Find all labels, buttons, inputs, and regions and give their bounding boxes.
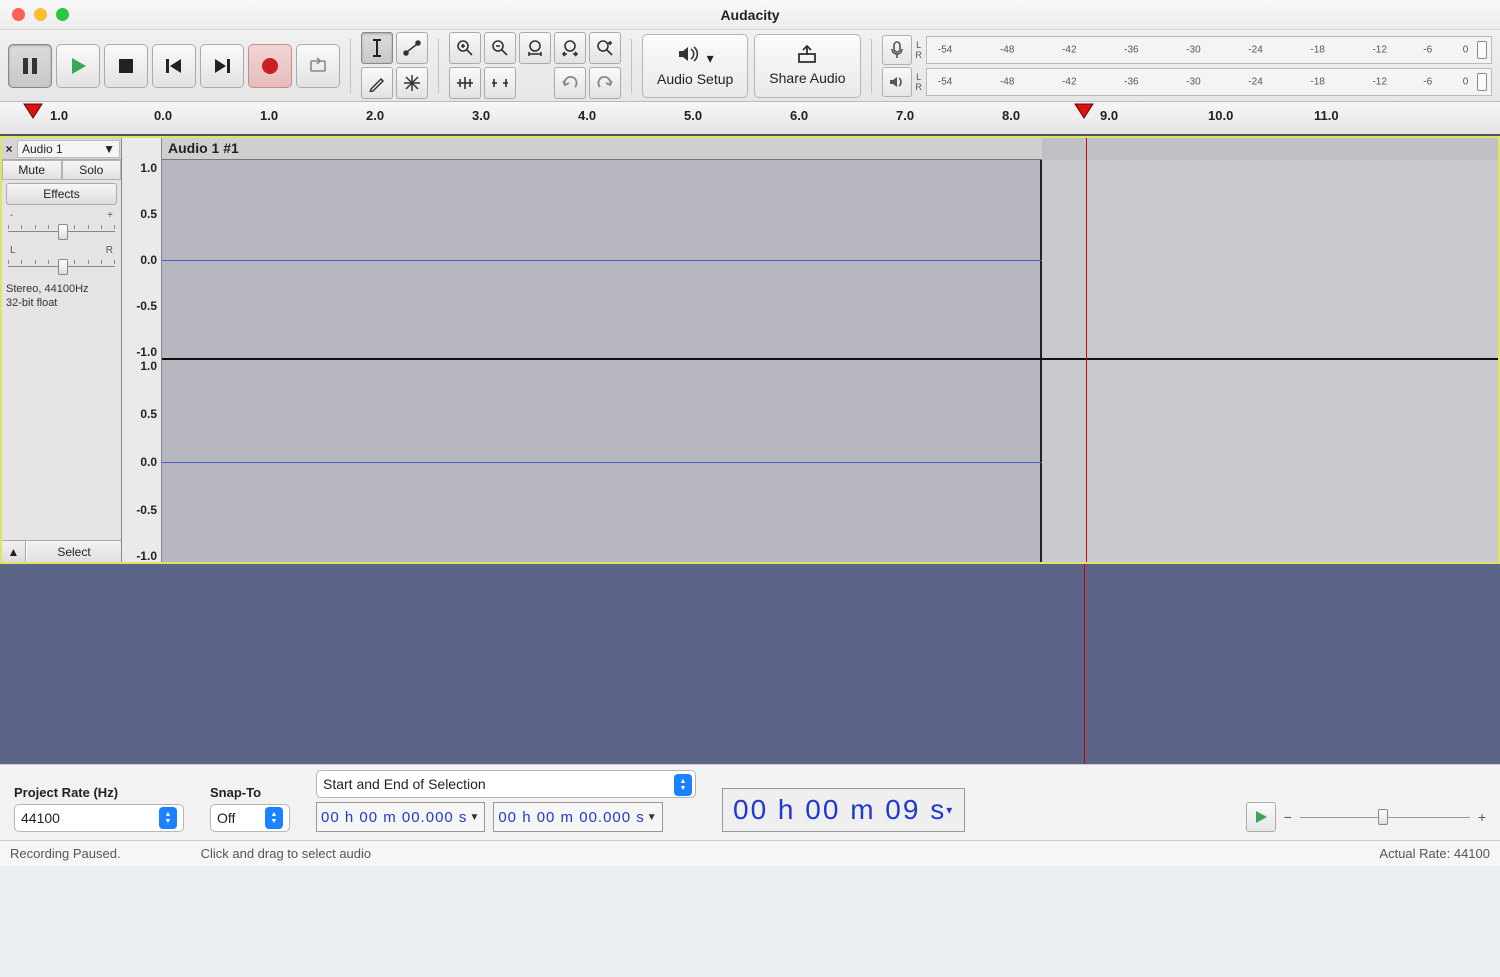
timeline-ruler[interactable]: 1.0 0.0 1.0 2.0 3.0 4.0 5.0 6.0 7.0 8.0 … [0,102,1500,136]
gain-slider[interactable] [8,221,115,241]
status-bar: Recording Paused. Click and drag to sele… [0,840,1500,866]
envelope-tool[interactable] [396,32,428,64]
timeline-play-marker[interactable] [1073,102,1095,120]
zoom-in-button[interactable] [449,32,481,64]
silence-button[interactable] [484,67,516,99]
stop-button[interactable] [104,44,148,88]
chevron-down-icon: ▼ [103,142,115,156]
transport-time-display[interactable]: 00 h 00 m 09 s▾ [722,788,965,832]
selection-bar: Project Rate (Hz) 44100 ▲▼ Snap-To Off ▲… [0,764,1500,840]
draw-tool[interactable] [361,67,393,99]
selection-end-time[interactable]: 00 h 00 m 00.000 s▼ [493,802,662,832]
record-button[interactable] [248,44,292,88]
audio-clip[interactable] [162,138,1042,562]
solo-button[interactable]: Solo [62,160,122,180]
fit-project-button[interactable] [554,32,586,64]
skip-end-button[interactable] [200,44,244,88]
share-audio-button[interactable]: Share Audio [754,34,860,98]
zoom-toggle-button[interactable] [589,32,621,64]
track-collapse-button[interactable]: ▲ [2,541,26,562]
snapto-label: Snap-To [210,785,290,800]
playback-meter-button[interactable] [882,67,912,97]
track-container: × Audio 1▼ Mute Solo Effects -+ LR [0,136,1500,564]
transport-group [8,44,340,88]
zoom-out-button[interactable] [484,32,516,64]
playback-meter-handle[interactable] [1477,73,1487,91]
record-meter-scale[interactable]: -54 -48 -42 -36 -30 -24 -18 -12 -6 0 [926,36,1492,64]
record-meter-handle[interactable] [1477,41,1487,59]
playhead [1086,138,1087,562]
updown-arrows-icon: ▲▼ [159,807,177,829]
titlebar: Audacity [0,0,1500,30]
tracks-empty-area[interactable] [0,564,1500,764]
meter-l-label: L [912,40,926,50]
multi-tool[interactable] [396,67,428,99]
track-select-button[interactable]: Select [26,541,121,562]
updown-arrows-icon: ▲▼ [674,774,692,796]
loop-button[interactable] [296,44,340,88]
pan-slider[interactable] [8,256,115,276]
status-right: Actual Rate: 44100 [1379,846,1490,861]
selection-mode-select[interactable]: Start and End of Selection ▲▼ [316,770,696,798]
playback-meter-scale[interactable]: -54 -48 -42 -36 -30 -24 -18 -12 -6 0 [926,68,1492,96]
window-close-button[interactable] [12,8,25,21]
pause-button[interactable] [8,44,52,88]
snapto-select[interactable]: Off ▲▼ [210,804,290,832]
clip-title: Audio 1 #1 [168,140,239,156]
skip-start-button[interactable] [152,44,196,88]
redo-button[interactable] [589,67,621,99]
track-format-info: Stereo, 44100Hz [6,282,117,296]
app-title: Audacity [720,7,779,23]
project-rate-select[interactable]: 44100 ▲▼ [14,804,184,832]
record-meter-button[interactable] [882,35,912,65]
project-rate-label: Project Rate (Hz) [14,785,184,800]
track-bitdepth-info: 32-bit float [6,296,117,310]
play-at-speed-button[interactable] [1246,802,1276,832]
status-center: Click and drag to select audio [201,846,372,861]
share-icon [796,45,818,66]
fit-selection-button[interactable] [519,32,551,64]
status-left: Recording Paused. [10,846,121,861]
meter-r-label: R [912,50,926,60]
window-minimize-button[interactable] [34,8,47,21]
playback-speed-slider[interactable] [1300,807,1470,827]
updown-arrows-icon: ▲▼ [265,807,283,829]
meters-panel: LR -54 -48 -42 -36 -30 -24 -18 -12 -6 0 … [882,35,1492,97]
window-zoom-button[interactable] [56,8,69,21]
track-control-panel: × Audio 1▼ Mute Solo Effects -+ LR [2,138,122,562]
track-name-dropdown[interactable]: Audio 1▼ [17,140,120,158]
speaker-icon: ▾ [677,45,714,67]
playhead-extension [1084,564,1085,764]
selection-start-time[interactable]: 00 h 00 m 00.000 s▼ [316,802,485,832]
undo-button[interactable] [554,67,586,99]
timeline-start-marker[interactable] [22,102,44,120]
playback-speed-section: − + [1246,802,1486,832]
play-button[interactable] [56,44,100,88]
amplitude-scale: 1.0 0.5 0.0 -0.5 -1.0 1.0 0.5 0.0 -0.5 -… [122,138,162,562]
selection-tool[interactable] [361,32,393,64]
edit-tools-group [361,32,428,99]
trim-button[interactable] [449,67,481,99]
zoom-tools-group [449,32,621,99]
audio-setup-label: Audio Setup [657,71,733,87]
audio-setup-button[interactable]: ▾ Audio Setup [642,34,748,98]
mute-button[interactable]: Mute [2,160,62,180]
main-toolbar: ▾ Audio Setup Share Audio LR -54 -48 -42… [0,30,1500,102]
effects-button[interactable]: Effects [6,183,117,205]
waveform-area[interactable]: Audio 1 #1 [162,138,1498,562]
track-close-button[interactable]: × [2,142,16,156]
share-audio-label: Share Audio [769,70,845,86]
